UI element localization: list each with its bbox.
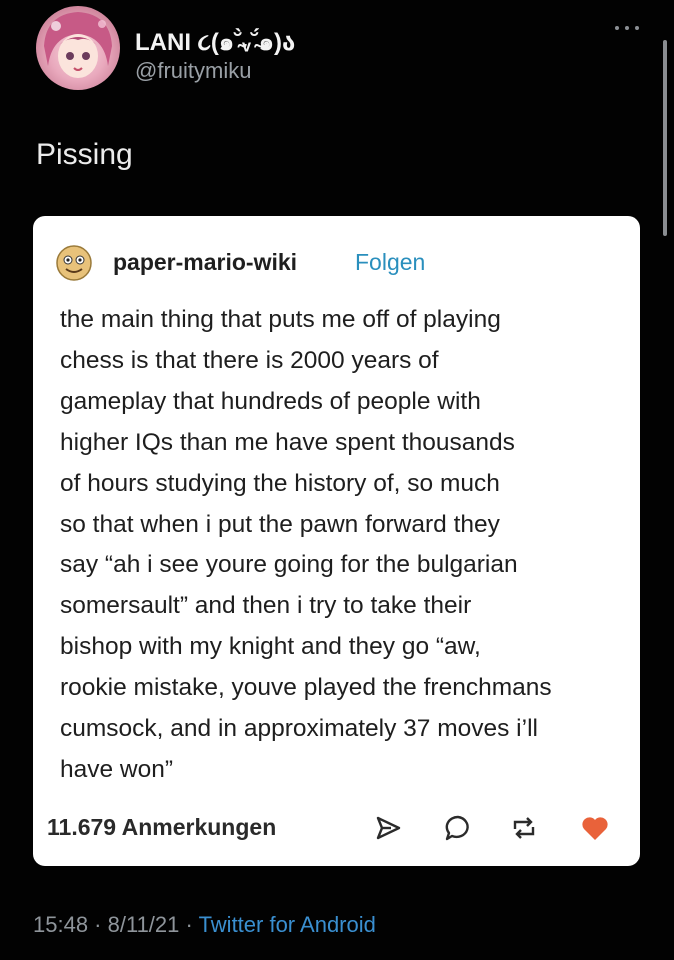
tweet-screenshot: LANI ૮(๑˘̴̀ᵥ˘̴́๑)ა @fruitymiku Pissing p… — [0, 0, 674, 960]
scrollbar[interactable] — [663, 40, 667, 236]
reply-icon[interactable] — [443, 813, 473, 843]
post-body-line: have won” — [60, 755, 174, 783]
post-body-line: gameplay that hundreds of people with — [60, 387, 481, 415]
post-body-line: of hours studying the history of, so muc… — [60, 469, 500, 497]
follow-link[interactable]: Folgen — [355, 249, 425, 276]
post-body-line: bishop with my knight and they go “aw, — [60, 633, 481, 661]
blog-name[interactable]: paper-mario-wiki — [113, 249, 297, 276]
post-body: the main thing that puts me off of playi… — [60, 300, 632, 791]
meta-separator: · — [179, 912, 199, 937]
tweet-time: 15:48 — [33, 912, 89, 937]
share-icon[interactable] — [373, 813, 403, 843]
tweet-date: 8/11/21 — [107, 912, 180, 937]
blog-avatar-icon[interactable] — [55, 244, 93, 282]
post-body-line: cumsock, and in approximately 37 moves i… — [60, 715, 538, 743]
post-body-line: the main thing that puts me off of playi… — [60, 306, 501, 333]
meta-separator: · — [88, 912, 108, 937]
tweet-source-link[interactable]: Twitter for Android — [199, 912, 376, 937]
post-body-line: rookie mistake, youve played the frenchm… — [60, 674, 552, 702]
post-body-line: higher IQs than me have spent thousands — [60, 428, 515, 456]
post-body-line: so that when i put the pawn forward they — [60, 510, 500, 538]
heart-icon[interactable] — [580, 813, 610, 843]
post-body-line: say “ah i see youre going for the bulgar… — [60, 551, 518, 579]
display-name[interactable]: LANI ૮(๑˘̴̀ᵥ˘̴́๑)ა — [135, 22, 295, 61]
reblog-icon[interactable] — [509, 813, 539, 843]
more-options-icon[interactable] — [615, 22, 639, 34]
user-handle[interactable]: @fruitymiku — [135, 58, 251, 84]
tweet-text: Pissing — [36, 138, 133, 171]
tweet-meta: 15:48 · 8/11/21 · Twitter for Android — [33, 912, 376, 938]
tumblr-post-card: paper-mario-wiki Folgen the main thing t… — [33, 216, 640, 866]
notes-count[interactable]: 11.679 Anmerkungen — [47, 814, 276, 841]
user-avatar[interactable] — [36, 6, 120, 90]
post-body-line: chess is that there is 2000 years of — [60, 346, 439, 374]
post-body-line: somersault” and then i try to take their — [60, 592, 472, 620]
